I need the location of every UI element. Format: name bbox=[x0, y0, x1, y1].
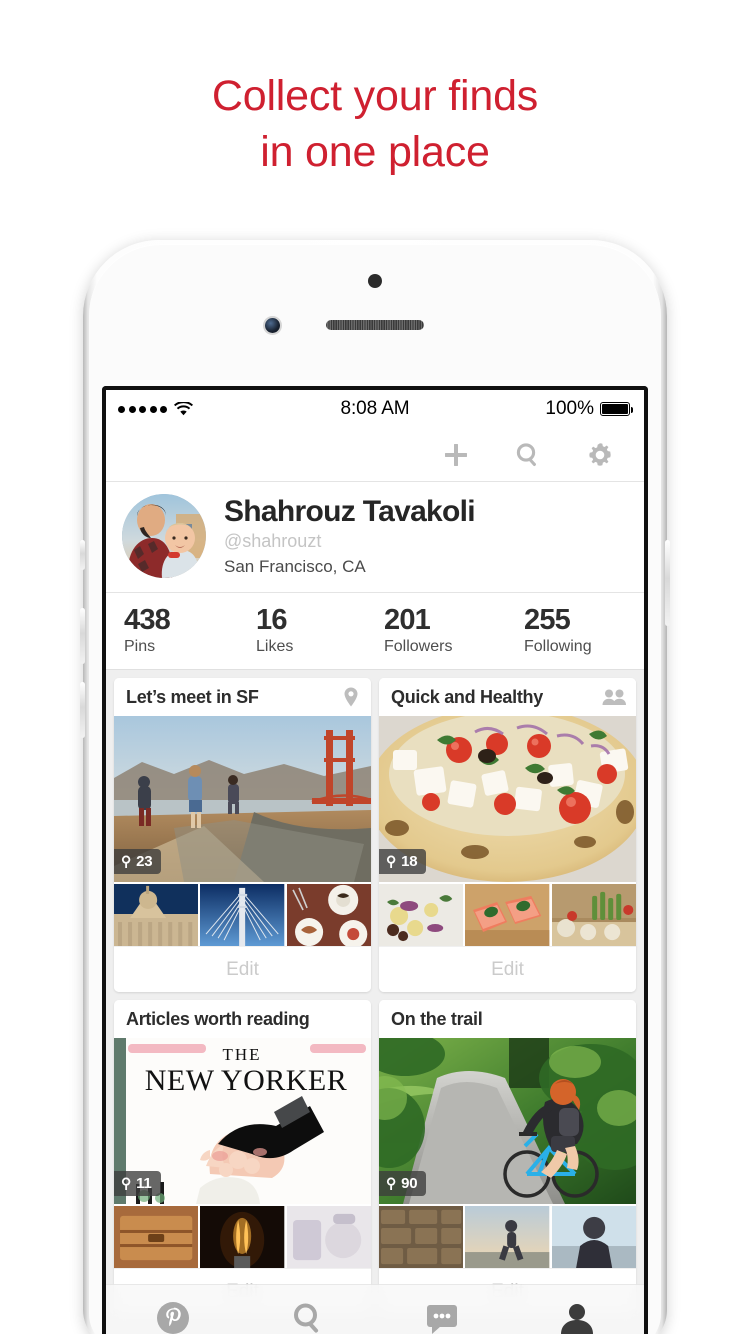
board-thumbnail[interactable] bbox=[200, 884, 285, 946]
pin-count-value: 23 bbox=[136, 853, 153, 870]
board-thumbnail[interactable] bbox=[465, 1206, 550, 1268]
stat-pins[interactable]: 438 Pins bbox=[106, 604, 238, 657]
phone-device-frame: 8:08 AM 100% Shahrouz Tavakoli @shahrouz… bbox=[80, 240, 670, 1334]
board-thumbnail[interactable] bbox=[286, 1206, 371, 1268]
pushpin-icon: ⚲ bbox=[386, 852, 397, 869]
pin-count-badge: ⚲ 11 bbox=[114, 1171, 161, 1196]
board-hero-image[interactable]: ⚲ 90 bbox=[379, 1038, 636, 1204]
bottom-tab-bar bbox=[106, 1284, 644, 1334]
phone-screen: 8:08 AM 100% Shahrouz Tavakoli @shahrouz… bbox=[102, 386, 648, 1334]
stat-value: 16 bbox=[256, 604, 287, 636]
pin-count-badge: ⚲ 23 bbox=[114, 849, 162, 874]
board-thumbnail[interactable] bbox=[379, 1206, 464, 1268]
stat-label: Pins bbox=[124, 638, 156, 655]
tab-messages[interactable] bbox=[375, 1301, 510, 1334]
stat-value: 438 bbox=[124, 604, 171, 636]
board-thumbnail[interactable] bbox=[286, 884, 371, 946]
profile-info: Shahrouz Tavakoli @shahrouzt San Francis… bbox=[224, 494, 476, 578]
pin-count-value: 90 bbox=[401, 1175, 418, 1192]
headline-line-1: Collect your finds bbox=[211, 72, 539, 120]
earpiece-speaker bbox=[326, 320, 424, 330]
collaborators-icon bbox=[602, 688, 626, 706]
volume-up-button[interactable] bbox=[80, 608, 85, 664]
stat-value: 255 bbox=[524, 604, 571, 636]
page-title: Collect your finds in one place bbox=[0, 68, 750, 180]
tab-search[interactable] bbox=[241, 1299, 376, 1334]
board-title: On the trail bbox=[391, 1008, 483, 1029]
boards-grid: Let’s meet in SF ⚲ 23 Edit Quick and Hea… bbox=[106, 670, 644, 1314]
pin-count-value: 18 bbox=[401, 853, 418, 870]
stat-followers[interactable]: 201 Followers bbox=[366, 604, 506, 657]
board-thumbnail[interactable] bbox=[114, 1206, 199, 1268]
profile-name: Shahrouz Tavakoli bbox=[224, 494, 476, 528]
battery-percent-label: 100% bbox=[545, 398, 594, 419]
power-button[interactable] bbox=[665, 540, 670, 626]
board-header: On the trail bbox=[379, 1000, 636, 1038]
front-camera-icon bbox=[265, 318, 280, 333]
board-title: Quick and Healthy bbox=[391, 686, 543, 707]
board-hero-image[interactable]: ⚲ 23 bbox=[114, 716, 371, 882]
search-button[interactable] bbox=[512, 439, 544, 471]
board-thumbnails bbox=[379, 882, 636, 946]
board-title: Let’s meet in SF bbox=[126, 686, 259, 707]
volume-down-button[interactable] bbox=[80, 682, 85, 738]
board-thumbnail[interactable] bbox=[551, 1206, 636, 1268]
pushpin-icon: ⚲ bbox=[121, 852, 132, 869]
stat-value: 201 bbox=[384, 604, 431, 636]
board-card[interactable]: Let’s meet in SF ⚲ 23 Edit bbox=[114, 678, 371, 992]
pin-count-badge: ⚲ 18 bbox=[379, 849, 427, 874]
location-pin-icon bbox=[341, 686, 361, 708]
stat-label: Followers bbox=[384, 638, 453, 655]
board-header: Articles worth reading bbox=[114, 1000, 371, 1038]
tab-home[interactable] bbox=[106, 1298, 241, 1334]
status-bar-right: 100% bbox=[545, 398, 634, 420]
board-card[interactable]: Articles worth reading THE NEW YORKER ⚲ … bbox=[114, 1000, 371, 1314]
pushpin-icon: ⚲ bbox=[386, 1174, 397, 1191]
new-yorker-the: THE bbox=[222, 1045, 261, 1064]
silent-switch[interactable] bbox=[80, 540, 85, 570]
profile-location: San Francisco, CA bbox=[224, 556, 366, 576]
headline-line-2: in one place bbox=[260, 128, 490, 176]
board-header: Let’s meet in SF bbox=[114, 678, 371, 716]
board-header: Quick and Healthy bbox=[379, 678, 636, 716]
board-thumbnails bbox=[379, 1204, 636, 1268]
edit-board-button[interactable]: Edit bbox=[114, 946, 371, 992]
proximity-sensor-icon bbox=[368, 274, 382, 288]
board-thumbnail[interactable] bbox=[114, 884, 199, 946]
board-card[interactable]: Quick and Healthy ⚲ 18 Edit bbox=[379, 678, 636, 992]
stat-likes[interactable]: 16 Likes bbox=[238, 604, 366, 657]
stat-label: Following bbox=[524, 638, 592, 655]
app-nav-bar bbox=[106, 428, 644, 482]
status-bar: 8:08 AM 100% bbox=[106, 390, 644, 428]
stat-label: Likes bbox=[256, 638, 294, 655]
board-hero-image[interactable]: THE NEW YORKER ⚲ 11 bbox=[114, 1038, 371, 1204]
profile-stats: 438 Pins 16 Likes 201 Followers 255 Foll… bbox=[106, 593, 644, 670]
board-card[interactable]: On the trail ⚲ 90 bbox=[379, 1000, 636, 1314]
board-hero-image[interactable]: ⚲ 18 bbox=[379, 716, 636, 882]
profile-header[interactable]: Shahrouz Tavakoli @shahrouzt San Francis… bbox=[106, 482, 644, 593]
board-thumbnail[interactable] bbox=[465, 884, 550, 946]
pin-count-value: 11 bbox=[136, 1175, 152, 1192]
tab-profile[interactable] bbox=[510, 1301, 645, 1334]
profile-handle: @shahrouzt bbox=[224, 530, 322, 551]
screenshot-canvas: Collect your finds in one place 8:08 AM … bbox=[0, 0, 750, 1334]
board-thumbnail[interactable] bbox=[379, 884, 464, 946]
pin-count-badge: ⚲ 90 bbox=[379, 1171, 427, 1196]
board-thumbnails bbox=[114, 882, 371, 946]
board-thumbnail[interactable] bbox=[200, 1206, 285, 1268]
board-thumbnails bbox=[114, 1204, 371, 1268]
new-yorker-title: NEW YORKER bbox=[145, 1064, 348, 1097]
settings-button[interactable] bbox=[584, 439, 616, 471]
board-thumbnail[interactable] bbox=[551, 884, 636, 946]
add-button[interactable] bbox=[440, 439, 472, 471]
board-title: Articles worth reading bbox=[126, 1008, 310, 1029]
battery-icon bbox=[600, 402, 634, 416]
stat-following[interactable]: 255 Following bbox=[506, 604, 644, 657]
avatar[interactable] bbox=[122, 494, 206, 578]
pushpin-icon: ⚲ bbox=[121, 1174, 132, 1191]
edit-board-button[interactable]: Edit bbox=[379, 946, 636, 992]
